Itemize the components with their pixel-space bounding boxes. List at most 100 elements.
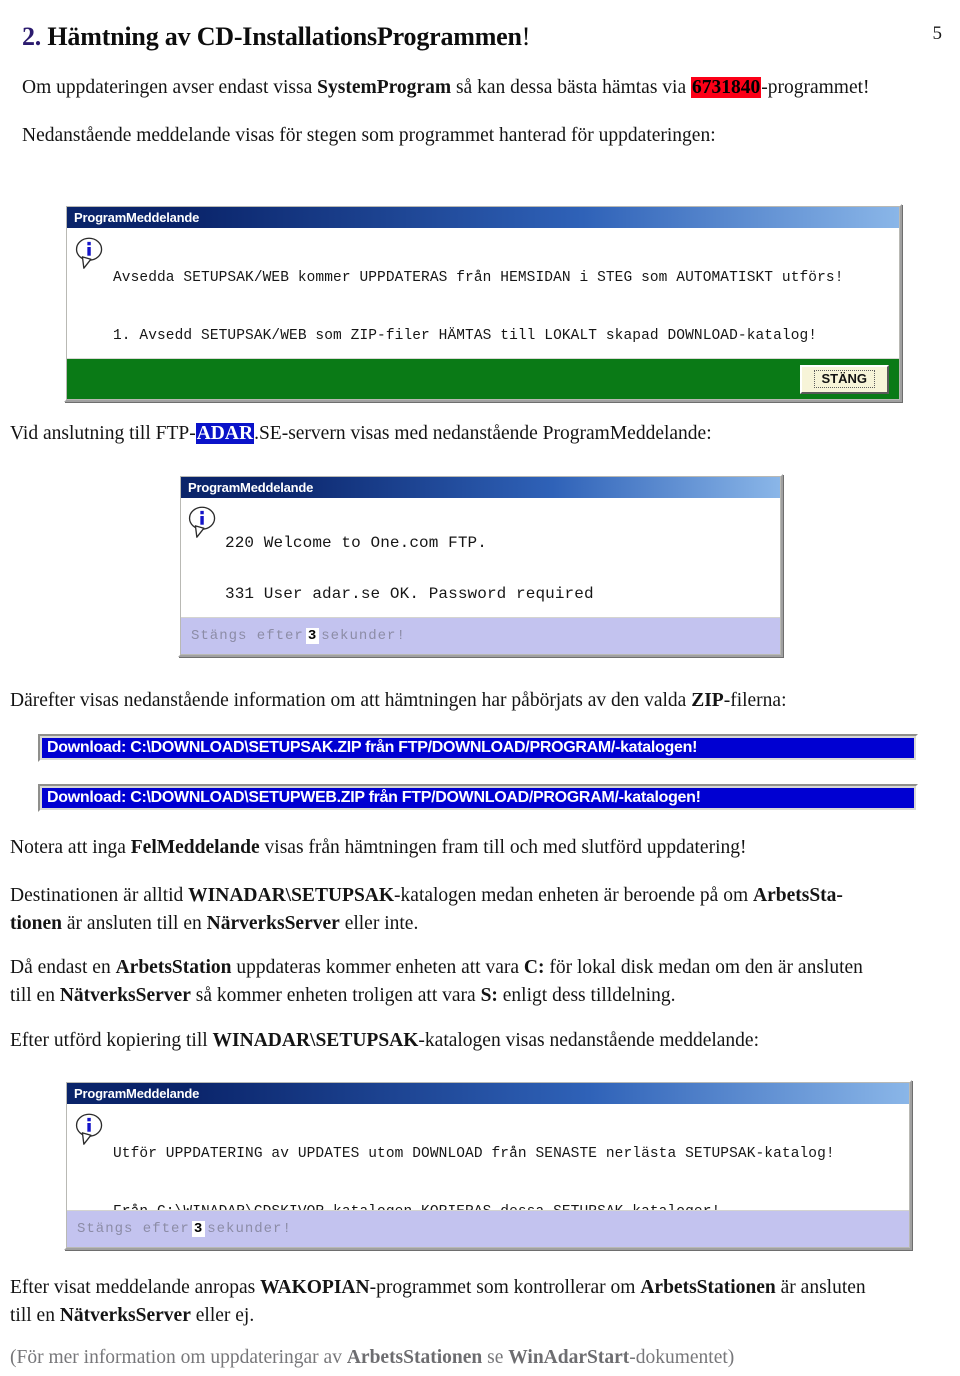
info-icon — [75, 1113, 103, 1145]
highlight-adar: ADAR — [195, 423, 255, 444]
intro-text-d: -programmet! — [761, 77, 870, 98]
intro-text-a: Om uppdateringen avser endast vissa — [22, 77, 318, 98]
download-progress-bar-setupweb: Download: C:\DOWNLOAD\SETUPWEB.ZIP från … — [38, 784, 918, 812]
body-paragraph-2: Destinationen är alltid WINADAR\SETUPSAK… — [10, 882, 950, 938]
p3-bold-arbetsstation: ArbetsStation — [115, 957, 232, 978]
intro-paragraph-2: Nedanstående meddelande visas för stegen… — [22, 125, 716, 146]
p5-h: eller ej. — [190, 1305, 255, 1326]
p3-bold-drive-c: C: — [523, 957, 545, 978]
icon-column — [67, 1109, 113, 1210]
page-number: 5 — [932, 23, 943, 44]
section-title-exclamation: ! — [521, 22, 531, 51]
countdown-prefix: Stängs efter — [77, 1221, 190, 1237]
download-progress-label: Download: C:\DOWNLOAD\SETUPSAK.ZIP från … — [42, 738, 914, 758]
p3-a: Då endast en — [10, 957, 116, 978]
section-title-text: Hämtning av CD-InstallationsProgrammen — [41, 22, 522, 51]
p5-a: Efter visat meddelande anropas — [10, 1277, 261, 1298]
dialog-programmeddelande-steps: ProgramMeddelande Avsedda SETUPSAK/WEB k… — [64, 204, 902, 402]
dialog-inner: ProgramMeddelande Utför UPPDATERING av U… — [66, 1082, 910, 1248]
p3-c: uppdateras kommer enheten att vara — [231, 957, 524, 978]
section-number: 2. — [22, 22, 42, 51]
document-page: 5 2. Hämtning av CD-InstallationsProgram… — [0, 22, 960, 1376]
p5-bold-natverksserver: NätverksServer — [59, 1305, 191, 1326]
p4-a: Efter utförd kopiering till — [10, 1030, 213, 1051]
note-a: (För mer information om uppdateringar av — [10, 1347, 347, 1368]
p4-c: -katalogen visas nedanstående meddelande… — [418, 1030, 759, 1051]
countdown-suffix: sekunder! — [321, 628, 406, 644]
dialog-titlebar: ProgramMeddelande — [67, 1083, 909, 1104]
dialog-programmeddelande-copy: ProgramMeddelande Utför UPPDATERING av U… — [64, 1080, 912, 1250]
p3-e: för lokal disk medan om den är ansluten — [544, 957, 863, 978]
p1-c: visas från hämtningen fram till och med … — [259, 837, 747, 858]
message-line: Utför UPPDATERING av UPDATES utom DOWNLO… — [113, 1146, 835, 1162]
p2-bold-arbetssta: ArbetsSta- — [753, 885, 843, 906]
caption-zip-c: -filerna: — [723, 690, 787, 711]
dialog-message-lines: Utför UPPDATERING av UPDATES utom DOWNLO… — [113, 1109, 909, 1210]
p3-j: enligt dess tilldelning. — [497, 985, 676, 1006]
icon-column — [181, 502, 225, 617]
dialog-message-body: Avsedda SETUPSAK/WEB kommer UPPDATERAS f… — [67, 228, 899, 358]
p5-bold-arbetsstationen: ArbetsStationen — [640, 1277, 776, 1298]
p5-c: -programmet som kontrollerar om — [369, 1277, 641, 1298]
countdown-seconds: 3 — [191, 1221, 206, 1237]
p2-bold-winadar-setupsak: WINADAR\SETUPSAK — [188, 885, 395, 906]
caption-ftp-b: .SE-servern visas med nedanstående Progr… — [254, 423, 712, 444]
p1-a: Notera att inga — [10, 837, 131, 858]
message-line: Avsedda SETUPSAK/WEB kommer UPPDATERAS f… — [113, 270, 844, 286]
caption-ftp-connection: Vid anslutning till FTP-ADAR.SE-servern … — [10, 420, 712, 448]
p3-h: så kommer enheten troligen att vara — [190, 985, 481, 1006]
message-line: 331 User adar.se OK. Password required — [225, 585, 594, 603]
dialog-countdown-bar: Stängs efter 3 sekunder! — [67, 1210, 909, 1247]
footer-note: (För mer information om uppdateringar av… — [10, 1344, 734, 1372]
caption-zip-info: Därefter visas nedanstående information … — [10, 687, 787, 715]
p2-bold-narverksserver: NärverksServer — [206, 913, 340, 934]
info-icon — [188, 506, 216, 538]
p1-bold-felmeddelande: FelMeddelande — [130, 837, 260, 858]
dialog-countdown-bar: Stängs efter 3 sekunder! — [181, 617, 780, 654]
footer-paragraph: Efter visat meddelande anropas WAKOPIAN-… — [10, 1274, 955, 1330]
dialog-message-body: Utför UPPDATERING av UPDATES utom DOWNLO… — [67, 1104, 909, 1210]
note-bold-winadarstart: WinAdarStart — [508, 1347, 630, 1368]
intro-text-c: så kan dessa bästa hämtas via — [451, 77, 691, 98]
intro-bold-systemprogram: SystemProgram — [317, 77, 452, 98]
caption-zip-a: Därefter visas nedanstående information … — [10, 690, 692, 711]
dialog-message-lines: 220 Welcome to One.com FTP. 331 User ada… — [225, 502, 780, 617]
info-icon — [75, 237, 103, 269]
p2-c: -katalogen medan enheten är beroende på … — [394, 885, 754, 906]
message-line: 1. Avsedd SETUPSAK/WEB som ZIP-filer HÄM… — [113, 328, 818, 344]
p5-bold-wakopian: WAKOPIAN — [260, 1277, 370, 1298]
dialog-message-body: 220 Welcome to One.com FTP. 331 User ada… — [181, 498, 780, 617]
countdown-suffix: sekunder! — [207, 1221, 292, 1237]
dialog-titlebar: ProgramMeddelande — [67, 207, 899, 228]
icon-column — [67, 233, 113, 358]
download-progress-bar-setupsak: Download: C:\DOWNLOAD\SETUPSAK.ZIP från … — [38, 734, 918, 762]
p4-bold-winadar-setupsak: WINADAR\SETUPSAK — [212, 1030, 419, 1051]
p5-e: är ansluten — [775, 1277, 866, 1298]
highlight-6731840: 6731840 — [690, 77, 762, 98]
close-button[interactable]: STÄNG — [799, 364, 889, 394]
message-line: Från C:\WINADAR\CDSKIVOR-katalogen KOPIE… — [113, 1199, 909, 1210]
p2-f: är ansluten till en — [62, 913, 207, 934]
dialog-action-bar: STÄNG — [67, 358, 899, 399]
p2-bold-tionen: tionen — [10, 913, 63, 934]
p3-bold-natverksserver: NätverksServer — [59, 985, 191, 1006]
dialog-inner: ProgramMeddelande 220 Welcome to One.com… — [180, 476, 781, 655]
countdown-seconds: 3 — [305, 628, 320, 644]
close-button-label: STÄNG — [813, 369, 875, 388]
body-paragraph-3: Då endast en ArbetsStation uppdateras ko… — [10, 954, 955, 1010]
caption-ftp-a: Vid anslutning till FTP- — [10, 423, 196, 444]
dialog-programmeddelande-ftp: ProgramMeddelande 220 Welcome to One.com… — [178, 474, 783, 657]
page-title: 2. Hämtning av CD-InstallationsProgramme… — [22, 22, 948, 52]
p3-bold-drive-s: S: — [480, 985, 498, 1006]
p2-a: Destinationen är alltid — [10, 885, 189, 906]
p3-f: till en — [10, 985, 60, 1006]
dialog-inner: ProgramMeddelande Avsedda SETUPSAK/WEB k… — [66, 206, 900, 400]
body-paragraph-1: Notera att inga FelMeddelande visas från… — [10, 834, 747, 862]
p5-f: till en — [10, 1305, 60, 1326]
message-line: 220 Welcome to One.com FTP. — [225, 534, 487, 552]
countdown-prefix: Stängs efter — [191, 628, 304, 644]
intro-paragraph-1: Om uppdateringen avser endast vissa Syst… — [22, 74, 948, 102]
caption-zip-bold: ZIP — [691, 690, 724, 711]
dialog-titlebar: ProgramMeddelande — [181, 477, 780, 498]
p2-h: eller inte. — [339, 913, 419, 934]
